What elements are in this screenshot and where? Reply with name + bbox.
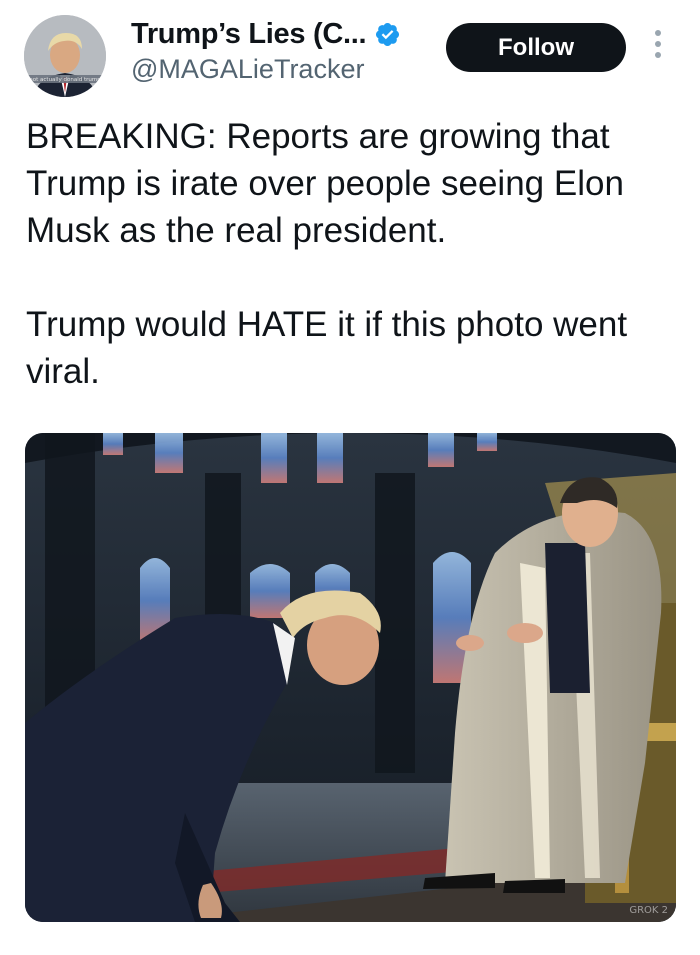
tweet-paragraph: BREAKING: Reports are growing that Trump… [26, 117, 624, 250]
more-options-icon[interactable] [650, 30, 666, 66]
tweet-media-image[interactable]: GROK 2 [25, 433, 676, 922]
author-name-row: Trump’s Lies (C... [131, 18, 401, 51]
tweet-paragraph: Trump would HATE it if this photo went v… [26, 305, 628, 391]
author-display-name[interactable]: Trump’s Lies (C... [131, 18, 367, 51]
cathedral-scene-image: GROK 2 [25, 433, 676, 922]
tweet-text: BREAKING: Reports are growing that Trump… [26, 113, 686, 395]
image-watermark: GROK 2 [629, 905, 668, 916]
author-handle[interactable]: @MAGALieTracker [131, 54, 364, 85]
follow-button[interactable]: Follow [446, 23, 626, 72]
avatar-caption: not actually donald trump [29, 77, 101, 83]
author-avatar[interactable]: not actually donald trump [24, 15, 106, 97]
avatar-image: not actually donald trump [24, 15, 106, 97]
verified-badge-icon [376, 22, 400, 47]
tweet-header: not actually donald trump Trump’s Lies (… [0, 0, 700, 110]
